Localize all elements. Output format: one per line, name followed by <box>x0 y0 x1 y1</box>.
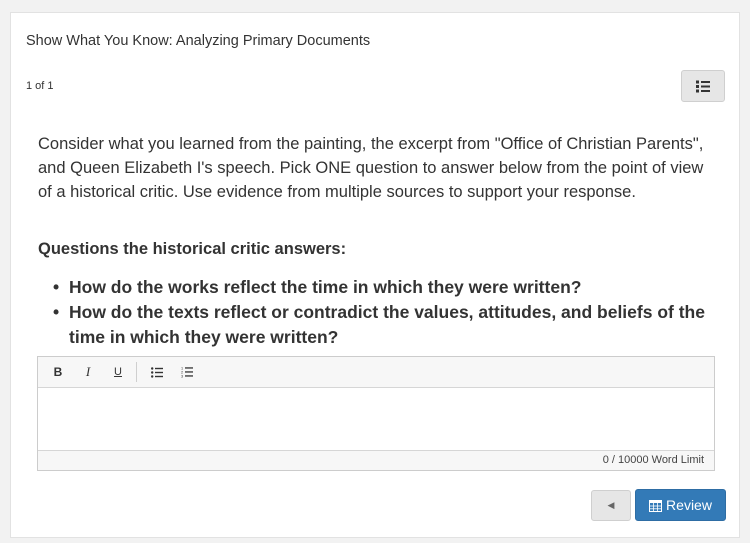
question-prompt: Consider what you learned from the paint… <box>38 135 704 201</box>
question-list: How do the works reflect the time in whi… <box>38 275 718 350</box>
question-list-button[interactable] <box>681 70 725 102</box>
word-count-status: 0 / 10000 Word Limit <box>38 450 714 470</box>
numbered-list-icon: 1 2 3 <box>181 367 193 379</box>
triangle-left-icon: ◀ <box>607 500 615 510</box>
previous-button[interactable]: ◀ <box>591 490 631 521</box>
review-button[interactable]: Review <box>635 489 726 521</box>
list-item: How do the works reflect the time in whi… <box>38 275 718 300</box>
italic-button[interactable]: I <box>73 360 103 384</box>
list-icon <box>696 80 710 92</box>
page-title: Show What You Know: Analyzing Primary Do… <box>26 33 371 49</box>
calendar-icon <box>649 499 663 512</box>
word-count: 0 <box>602 454 609 466</box>
underline-button[interactable]: U <box>103 360 133 384</box>
question-counter: 1 of 1 <box>26 80 54 92</box>
response-input[interactable] <box>38 388 714 450</box>
numbered-list-button[interactable]: 1 2 3 <box>172 360 202 384</box>
response-editor: B I U 1 2 3 0 / 10000 Word Limit <box>37 356 715 471</box>
question-card: Show What You Know: Analyzing Primary Do… <box>10 12 740 538</box>
svg-text:3: 3 <box>181 375 183 379</box>
list-item: How do the texts reflect or contradict t… <box>38 300 718 350</box>
review-label: Review <box>666 497 712 513</box>
word-limit: / 10000 Word Limit <box>611 454 704 466</box>
bullet-list-button[interactable] <box>142 360 172 384</box>
questions-heading: Questions the historical critic answers: <box>38 240 347 258</box>
bullet-list-icon <box>151 366 163 378</box>
editor-toolbar: B I U 1 2 3 <box>38 357 714 388</box>
toolbar-divider <box>136 362 137 382</box>
bold-button[interactable]: B <box>43 360 73 384</box>
